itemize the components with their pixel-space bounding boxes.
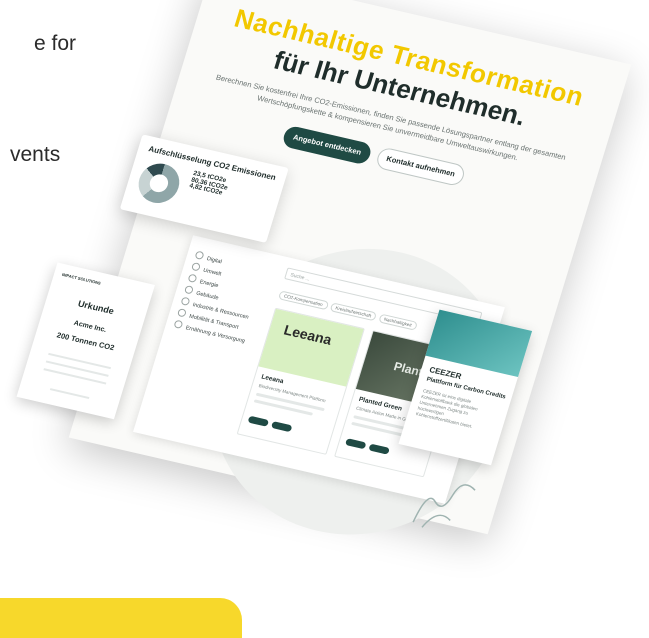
text-placeholder — [43, 368, 107, 385]
yellow-accent-bar — [0, 598, 242, 638]
co2-donut-chart — [133, 159, 185, 207]
text-placeholder — [45, 360, 109, 377]
category-chip[interactable]: Nachhaltigkeit — [377, 313, 418, 331]
tag-badge[interactable] — [270, 421, 293, 433]
leeana-logo: Leeana — [282, 321, 334, 348]
contact-button[interactable]: Kontakt aufnehmen — [374, 146, 467, 188]
text-placeholder — [49, 388, 90, 400]
offer-button[interactable]: Angebot entdecken — [280, 124, 374, 166]
certificate-badge: IMPACT SOLUTIONS — [61, 271, 102, 286]
co2-legend: 23,5 tCO2e 80,36 tCO2e 4,82 tCO2e — [188, 170, 230, 198]
filter-list: Digital Umwelt Energie Gebäude Industrie… — [172, 251, 267, 348]
co2-breakdown-card: Aufschlüsselung CO2 Emissionen 23,5 tCO2… — [119, 134, 289, 243]
text-placeholder — [48, 352, 112, 370]
category-chip[interactable]: Kreislaufwirtschaft — [329, 302, 378, 322]
tag-badge[interactable] — [344, 438, 367, 450]
text-placeholder — [351, 421, 406, 438]
category-chip[interactable]: CO2-Kompensation — [277, 290, 329, 311]
side-text-line-1: e for — [34, 32, 77, 55]
card-image: Leeana — [258, 308, 364, 387]
tag-badge[interactable] — [247, 415, 270, 427]
side-text-line-2: vents — [10, 143, 61, 166]
certificate-card: IMPACT SOLUTIONS Urkunde Acme Inc. 200 T… — [16, 262, 155, 420]
website-mockup: Nachhaltige Transformation für Ihr Unter… — [16, 0, 632, 564]
tag-badge[interactable] — [368, 443, 390, 455]
